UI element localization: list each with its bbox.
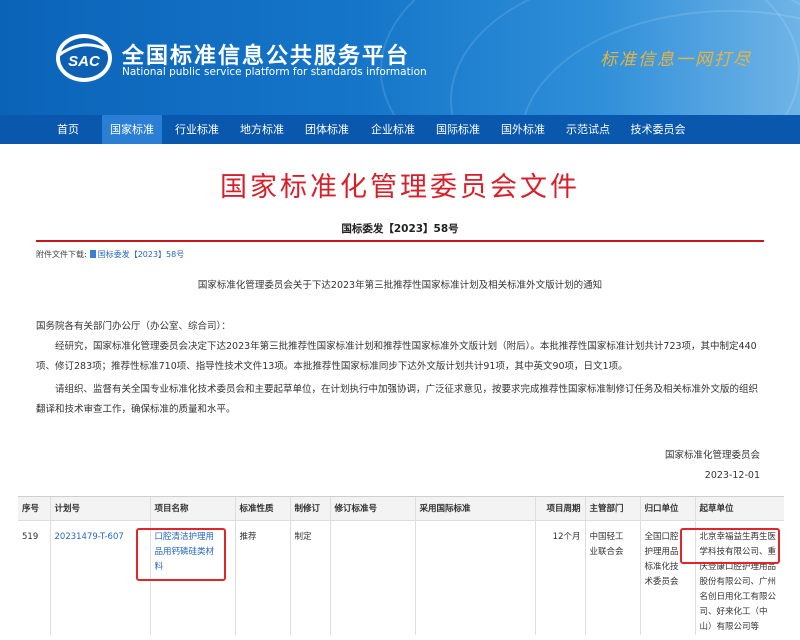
paragraph-1: 经研究，国家标准化管理委员会决定下达2023年第三批推荐性国家标准计划和推荐性国… [36, 341, 757, 372]
table-row: 519 20231479-T-607 口腔清洁护理用 品用钙磷硅类材 料 推荐 … [18, 520, 784, 635]
logo-text: SAC [68, 53, 101, 70]
nav-industry-standards[interactable]: 行业标准 [167, 115, 227, 144]
col-header-cycle: 项目周期 [534, 497, 585, 521]
sac-logo-icon[interactable]: SAC [55, 33, 113, 83]
plan-table-container: 序号 计划号 项目名称 标准性质 制修订 修订标准号 采用国际标准 项目周期 主… [18, 496, 784, 640]
nav-enterprise-standards[interactable]: 企业标准 [363, 115, 423, 144]
attachment-row: 附件文件下载: 国标委发【2023】58号 [36, 249, 184, 260]
cell-index: 519 [22, 531, 39, 542]
site-subtitle: National public service platform for sta… [122, 66, 427, 78]
department-line: 中国轻工 [589, 531, 624, 542]
nav-home[interactable]: 首页 [38, 115, 98, 144]
col-header-nature: 标准性质 [234, 497, 290, 521]
file-icon [89, 250, 96, 258]
cell-cycle: 12个月 [534, 520, 585, 635]
highlight-box-project-name [136, 528, 226, 581]
site-header-banner: SAC 全国标准信息公共服务平台 National public service… [0, 0, 800, 115]
section-gap [0, 488, 800, 496]
nav-local-standards[interactable]: 地方标准 [232, 115, 292, 144]
col-header-tc: 归口单位 [639, 497, 695, 521]
tc-line: 术委员会 [644, 576, 679, 587]
cell-department: 中国轻工 业联合会 [584, 520, 640, 635]
drafter-line: 名创日用化工有限公 [699, 591, 777, 602]
drafter-line: 司、好来化工（中 [699, 606, 768, 617]
cell-nature: 推荐 [234, 520, 290, 635]
attachment-download-link[interactable]: 国标委发【2023】58号 [98, 250, 185, 259]
cell-intl-std [414, 520, 535, 635]
cell-revised-std [329, 520, 415, 635]
attachment-label: 附件文件下载: [36, 250, 87, 259]
site-slogan: 标准信息一网打尽 [600, 50, 752, 70]
notice-title: 国家标准化管理委员会关于下达2023年第三批推荐性国家标准计划及相关标准外文版计… [197, 280, 603, 291]
nav-demonstration-pilots[interactable]: 示范试点 [558, 115, 618, 144]
main-nav: 首页 国家标准 行业标准 地方标准 团体标准 企业标准 国际标准 国外标准 示范… [0, 115, 800, 144]
nav-group-standards[interactable]: 团体标准 [297, 115, 357, 144]
issuer: 国家标准化管理委员会 [664, 450, 760, 461]
nav-national-standards[interactable]: 国家标准 [102, 115, 162, 144]
col-header-project-name: 项目名称 [149, 497, 235, 521]
department-line: 业联合会 [589, 546, 624, 557]
col-header-intl-std: 采用国际标准 [414, 497, 535, 521]
issue-date: 2023-12-01 [704, 470, 760, 481]
table-header-row: 序号 计划号 项目名称 标准性质 制修订 修订标准号 采用国际标准 项目周期 主… [18, 497, 784, 521]
col-header-revised-std: 修订标准号 [329, 497, 415, 521]
drafter-line: 山）有限公司等 [699, 621, 760, 632]
plan-table: 序号 计划号 项目名称 标准性质 制修订 修订标准号 采用国际标准 项目周期 主… [18, 497, 784, 635]
paragraph-2: 请组织、监督有关全国专业标准化技术委员会和主要起草单位，在计划执行中加强协调，广… [36, 384, 759, 415]
col-header-type: 制修订 [289, 497, 330, 521]
nav-international-standards[interactable]: 国际标准 [428, 115, 488, 144]
col-header-plan-no: 计划号 [49, 497, 150, 521]
drafter-line: 股份有限公司、广州 [699, 576, 777, 587]
red-divider [36, 240, 764, 242]
highlight-box-drafter [680, 528, 780, 564]
col-header-index: 序号 [18, 497, 50, 521]
col-header-department: 主管部门 [584, 497, 640, 521]
col-header-drafter: 起草单位 [694, 497, 784, 521]
nav-technical-committees[interactable]: 技术委员会 [624, 115, 692, 144]
cell-plan-no-link[interactable]: 20231479-T-607 [49, 520, 150, 635]
cell-type: 制定 [289, 520, 330, 635]
document-title: 国家标准化管理委员会文件 [220, 172, 580, 203]
nav-foreign-standards[interactable]: 国外标准 [493, 115, 553, 144]
addressee: 国务院各有关部门办公厅（办公室、综合司）： [36, 321, 231, 332]
document-number: 国标委发【2023】58号 [341, 223, 459, 235]
